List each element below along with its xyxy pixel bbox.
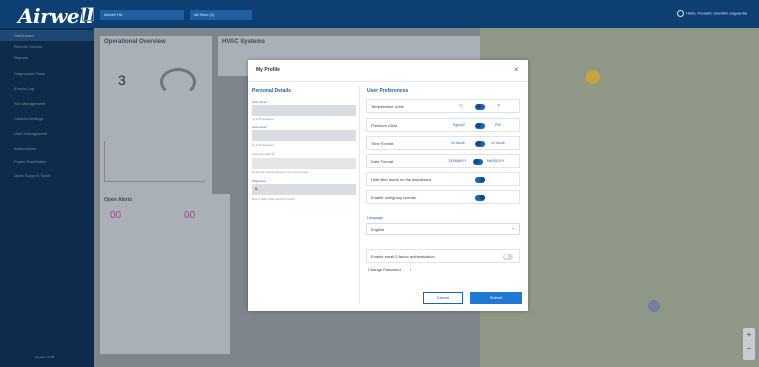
language-value: English <box>371 227 385 232</box>
time-format-toggle[interactable] <box>475 140 485 147</box>
sidebar: Dashboard Remote Control Reports Diagnos… <box>0 28 94 367</box>
map-zoom-control[interactable]: + − <box>743 328 755 360</box>
sidebar-item-automations[interactable]: Automations <box>0 143 94 154</box>
overview-title: Operational Overview <box>104 39 166 45</box>
time-format-label: Time Format <box>371 141 394 146</box>
user-name: Hello, Frederic Glambin Jaguardia <box>686 10 747 16</box>
language-label: Language <box>367 216 383 220</box>
celsius-option[interactable]: °C <box>459 104 463 108</box>
map-cluster[interactable] <box>586 70 600 84</box>
hide-filter-toggle[interactable] <box>475 176 485 183</box>
telephone-field[interactable]: IL <box>252 184 356 195</box>
last-name-hint: Up to 30 characters <box>252 144 274 147</box>
temperature-units-label: Temperature Units <box>371 104 404 109</box>
sidebar-item-remote-control[interactable]: Remote Control <box>0 41 94 52</box>
sidebar-item-diagnostics[interactable]: Diagnostics Tools <box>0 68 94 79</box>
username-hint: Email is the default username. Cannot be… <box>252 171 309 174</box>
alerts-title: Open Alerts <box>104 197 133 203</box>
logo-badge <box>82 7 94 21</box>
24-hours-option[interactable]: 24 hours <box>451 141 465 145</box>
sidebar-item-support[interactable]: Open Support Ticket <box>0 170 94 181</box>
open-alerts-card: Open Alerts 00 00 <box>100 194 230 354</box>
pressure-toggle[interactable] <box>475 122 485 129</box>
site-select[interactable]: All Sites (2) <box>190 10 252 20</box>
hide-filter-row: Hide filter alerts on the dashboard <box>366 172 520 186</box>
username-label: Username/Email <box>252 152 275 156</box>
submit-button[interactable]: Submit <box>470 292 522 304</box>
date-format-label: Date Format <box>371 159 394 164</box>
sidebar-item-user-management[interactable]: User Management <box>0 128 94 139</box>
map-cluster[interactable] <box>648 300 660 312</box>
dialog-title: My Profile <box>256 67 280 73</box>
two-factor-toggle[interactable] <box>503 253 513 260</box>
fahrenheit-option[interactable]: °F <box>497 104 501 108</box>
power-chart <box>104 141 205 182</box>
personal-details-heading: Personal Details <box>252 88 291 94</box>
chevron-down-icon: ⌄ <box>510 225 515 231</box>
sidebar-item-dashboard[interactable]: Dashboard <box>0 30 94 41</box>
chevron-right-icon: › <box>409 267 412 272</box>
temperature-units-row: Temperature Units °C °F <box>366 99 520 113</box>
two-factor-row: Enable email 2-factor authentication <box>366 249 520 263</box>
last-name-field[interactable] <box>252 130 356 141</box>
country-flag-icon[interactable]: IL <box>255 186 259 191</box>
hide-filter-label: Hide filter alerts on the dashboard <box>371 177 432 182</box>
mmddyy-option[interactable]: MM/DD/YY <box>487 159 505 163</box>
temperature-toggle[interactable] <box>475 103 485 110</box>
psi-option[interactable]: PSI <box>495 123 501 127</box>
sidebar-item-site-management[interactable]: Site Management <box>0 98 94 109</box>
change-password-link[interactable]: Change Password › <box>368 267 411 272</box>
enable-reorder-row: Enable unit/group reorder <box>366 190 520 204</box>
company-select[interactable]: Airwell HA <box>100 10 184 20</box>
telephone-hint: Enter a valid mobile telephone number <box>252 198 295 201</box>
gauge <box>160 68 196 96</box>
hvac-title: HVAC Systems <box>222 39 265 45</box>
user-preferences-heading: User Preferences <box>367 88 409 94</box>
user-icon <box>677 10 685 17</box>
sidebar-item-power[interactable]: Power Distribution <box>0 156 94 167</box>
user-greeting[interactable]: Hello, Frederic Glambin Jaguardia <box>677 10 747 17</box>
pressure-units-label: Pressure Units <box>371 123 398 128</box>
divider <box>248 81 528 82</box>
username-field <box>252 158 356 169</box>
change-password-label: Change Password <box>368 267 401 272</box>
alerts-count-2: 00 <box>184 210 196 221</box>
enable-reorder-label: Enable unit/group reorder <box>371 195 417 200</box>
alerts-count-1: 00 <box>110 210 122 221</box>
first-name-field[interactable] <box>252 105 356 116</box>
version-label: Version 1.0.45 <box>35 355 55 359</box>
sidebar-item-reports[interactable]: Reports <box>0 52 94 63</box>
kgcm2-option[interactable]: Kg/cm2 <box>453 123 465 127</box>
first-name-label: First name* <box>252 100 268 104</box>
language-select[interactable]: English ⌄ <box>366 223 520 235</box>
cancel-button[interactable]: Cancel <box>423 292 463 304</box>
ddmmyy-option[interactable]: DD/MM/YY <box>449 159 467 163</box>
sidebar-item-custom-settings[interactable]: Custom Settings <box>0 113 94 124</box>
date-format-toggle[interactable] <box>473 158 483 165</box>
12-hours-option[interactable]: 12 hours <box>491 141 505 145</box>
sidebar-item-events[interactable]: Events Log <box>0 83 94 94</box>
two-factor-label: Enable email 2-factor authentication <box>371 254 435 259</box>
time-format-row: Time Format 24 hours 12 hours <box>366 136 520 150</box>
date-format-row: Date Format DD/MM/YY MM/DD/YY <box>366 154 520 168</box>
column-divider <box>359 86 360 304</box>
my-profile-dialog: My Profile × Personal Details First name… <box>248 60 528 311</box>
first-name-hint: Up to 30 characters <box>252 118 274 121</box>
last-name-label: Last name* <box>252 125 268 129</box>
telephone-label: Telephone <box>252 179 266 183</box>
pressure-units-row: Pressure Units Kg/cm2 PSI <box>366 118 520 132</box>
enable-reorder-toggle[interactable] <box>475 194 485 201</box>
units-count: 3 <box>118 72 126 88</box>
close-icon[interactable]: × <box>514 65 519 74</box>
